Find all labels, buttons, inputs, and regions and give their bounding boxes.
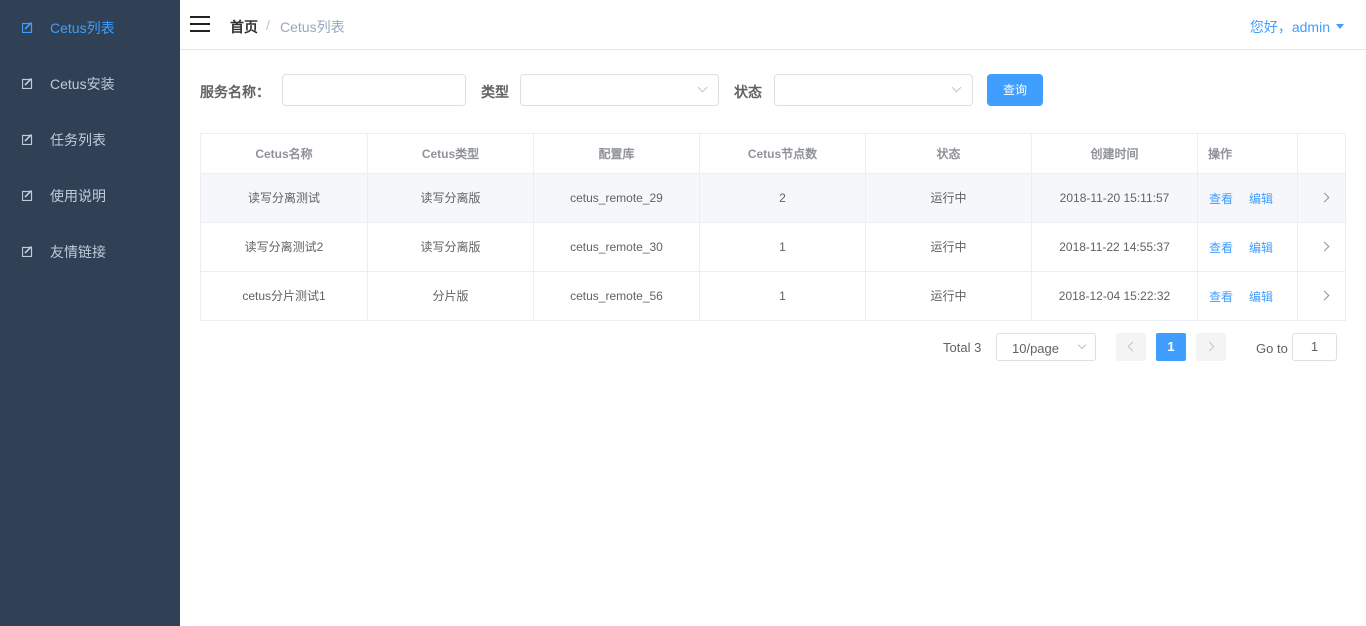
status-label: 状态	[734, 84, 762, 100]
cell-nodes: 1	[700, 223, 866, 272]
column-header: Cetus节点数	[700, 134, 866, 174]
edit-link[interactable]: 编辑	[1249, 192, 1273, 206]
user-menu[interactable]: 您好，admin	[1250, 17, 1330, 37]
type-label: 类型	[481, 84, 509, 100]
edit-icon	[22, 246, 33, 257]
service-name-input[interactable]	[282, 74, 466, 106]
cell-name: cetus分片测试1	[201, 272, 368, 321]
column-header: Cetus名称	[201, 134, 368, 174]
chevron-left-icon	[1127, 341, 1138, 352]
column-header: 操作	[1198, 134, 1298, 174]
cell-config-db: cetus_remote_30	[534, 223, 700, 272]
column-header: 配置库	[534, 134, 700, 174]
cell-status: 运行中	[866, 223, 1032, 272]
page-size-select[interactable]: 10/page	[996, 333, 1096, 361]
edit-icon	[22, 134, 33, 145]
cell-config-db: cetus_remote_29	[534, 174, 700, 223]
cell-type: 读写分离版	[368, 174, 534, 223]
cell-nodes: 2	[700, 174, 866, 223]
service-name-label: 服务名称：	[200, 84, 270, 100]
sidebar-item-task-list[interactable]: 任务列表	[0, 112, 180, 168]
column-header: 状态	[866, 134, 1032, 174]
sidebar-item-cetus-install[interactable]: Cetus安装	[0, 56, 180, 112]
sidebar-item-label: 任务列表	[50, 132, 106, 148]
cell-created: 2018-12-04 15:22:32	[1032, 272, 1198, 321]
top-navbar: 首页 / Cetus列表 您好，admin	[180, 0, 1366, 50]
sidebar: Cetus列表 Cetus安装 任务列表 使用说明 友情链接	[0, 0, 180, 626]
edit-icon	[22, 190, 33, 201]
cell-nodes: 1	[700, 272, 866, 321]
table-row: cetus分片测试1 分片版 cetus_remote_56 1 运行中 201…	[201, 272, 1345, 321]
goto-label: Go to	[1256, 341, 1288, 356]
chevron-down-icon	[951, 82, 962, 93]
cell-actions: 查看 编辑	[1198, 174, 1298, 223]
cetus-table: Cetus名称 Cetus类型 配置库 Cetus节点数 状态 创建时间 操作 …	[200, 133, 1346, 321]
cell-created: 2018-11-22 14:55:37	[1032, 223, 1198, 272]
breadcrumb-home[interactable]: 首页	[230, 17, 258, 37]
edit-icon	[22, 78, 33, 89]
view-link[interactable]: 查看	[1209, 241, 1233, 255]
sidebar-item-usage-guide[interactable]: 使用说明	[0, 168, 180, 224]
column-header	[1298, 134, 1345, 174]
chevron-down-icon	[697, 82, 708, 93]
sidebar-item-label: 友情链接	[50, 244, 106, 260]
cell-type: 分片版	[368, 272, 534, 321]
breadcrumb-separator: /	[266, 17, 270, 33]
cell-name: 读写分离测试2	[201, 223, 368, 272]
table-row: 读写分离测试2 读写分离版 cetus_remote_30 1 运行中 2018…	[201, 223, 1345, 272]
edit-link[interactable]: 编辑	[1249, 290, 1273, 304]
cell-type: 读写分离版	[368, 223, 534, 272]
cell-name: 读写分离测试	[201, 174, 368, 223]
sidebar-item-friend-links[interactable]: 友情链接	[0, 224, 180, 280]
view-link[interactable]: 查看	[1209, 290, 1233, 304]
cell-config-db: cetus_remote_56	[534, 272, 700, 321]
chevron-right-icon	[1204, 341, 1215, 352]
cell-status: 运行中	[866, 174, 1032, 223]
page-size-value: 10/page	[1012, 341, 1059, 356]
query-button[interactable]: 查询	[987, 74, 1043, 106]
table-row: 读写分离测试 读写分离版 cetus_remote_29 2 运行中 2018-…	[201, 174, 1345, 223]
edit-icon	[22, 22, 33, 33]
type-select[interactable]	[520, 74, 719, 106]
cell-status: 运行中	[866, 272, 1032, 321]
edit-link[interactable]: 编辑	[1249, 241, 1273, 255]
cell-actions: 查看 编辑	[1198, 272, 1298, 321]
next-page-button[interactable]	[1196, 333, 1226, 361]
sidebar-item-label: Cetus安装	[50, 76, 115, 92]
status-select[interactable]	[774, 74, 973, 106]
page-number-current[interactable]: 1	[1156, 333, 1186, 361]
sidebar-item-cetus-list[interactable]: Cetus列表	[0, 0, 180, 56]
column-header: 创建时间	[1032, 134, 1198, 174]
pagination-total: Total 3	[943, 340, 982, 355]
goto-page-input[interactable]: 1	[1292, 333, 1337, 361]
sidebar-item-label: Cetus列表	[50, 20, 115, 36]
caret-down-icon[interactable]	[1336, 24, 1344, 29]
cell-created: 2018-11-20 15:11:57	[1032, 174, 1198, 223]
view-link[interactable]: 查看	[1209, 192, 1233, 206]
breadcrumb-current: Cetus列表	[280, 19, 345, 35]
prev-page-button[interactable]	[1116, 333, 1146, 361]
chevron-down-icon	[1077, 340, 1087, 350]
hamburger-icon[interactable]	[190, 15, 210, 33]
cell-actions: 查看 编辑	[1198, 223, 1298, 272]
column-header: Cetus类型	[368, 134, 534, 174]
sidebar-item-label: 使用说明	[50, 188, 106, 204]
